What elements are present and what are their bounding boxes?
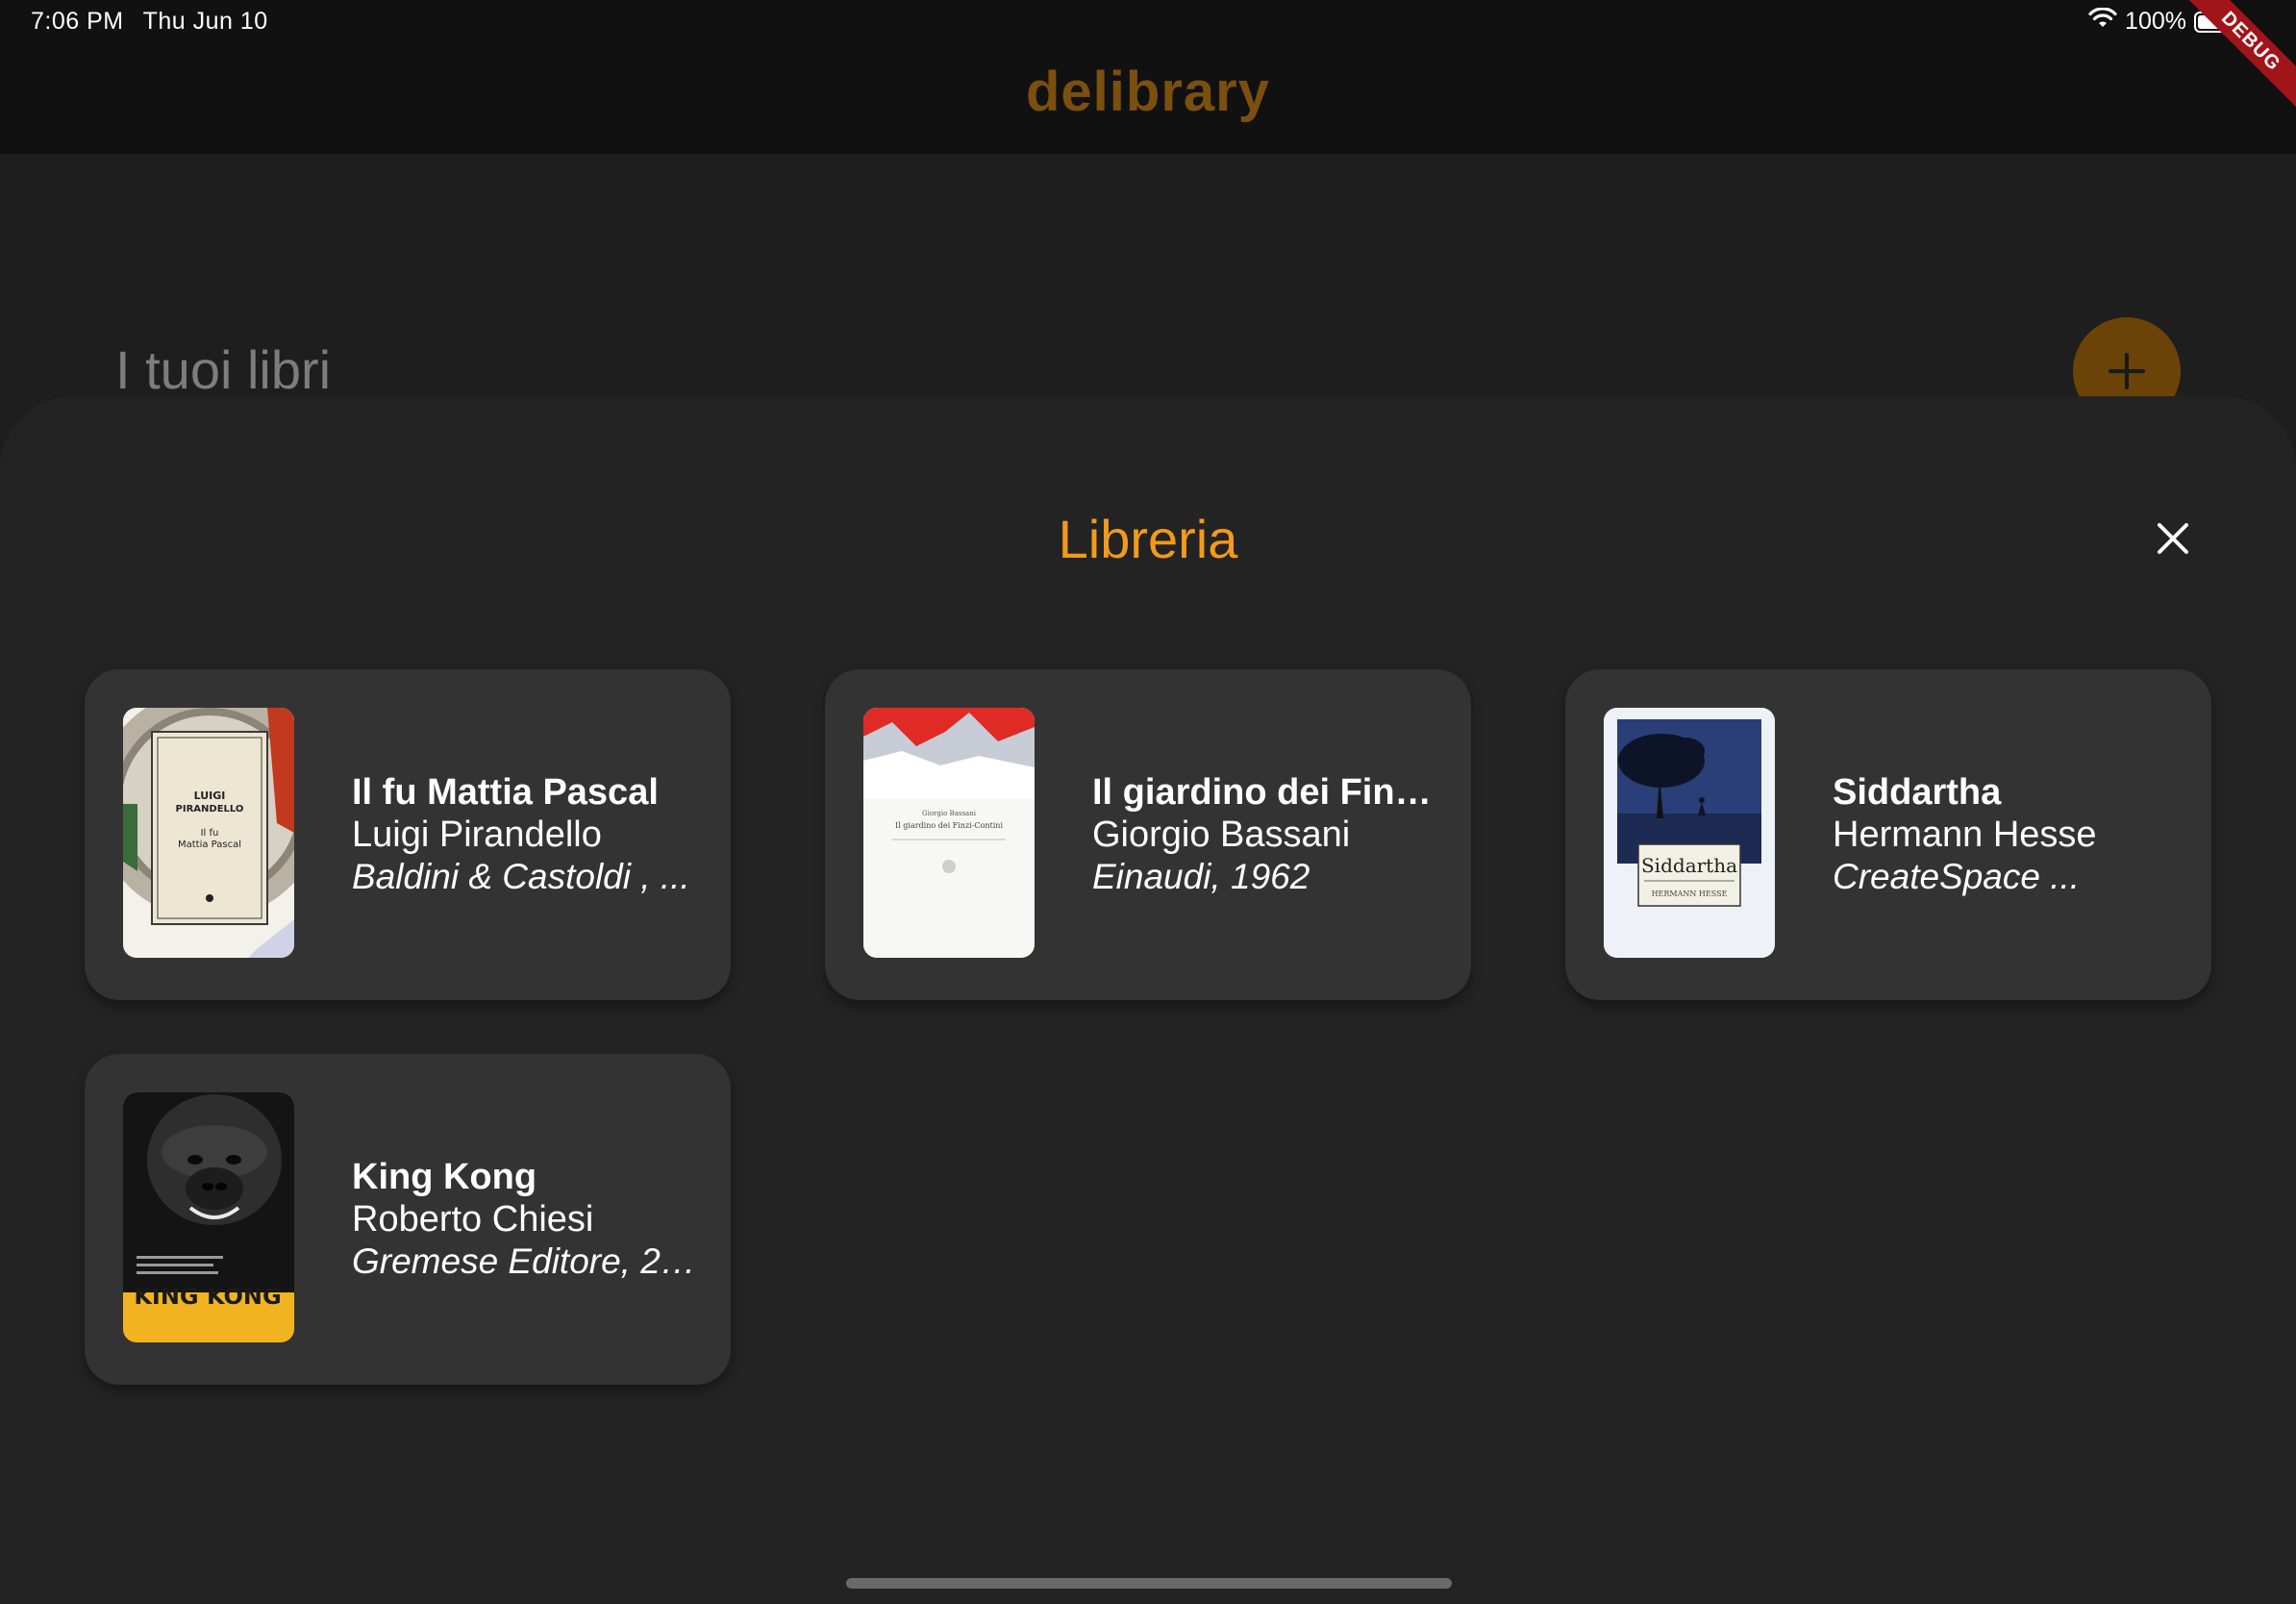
cover-title: Siddartha — [1641, 854, 1737, 877]
home-indicator[interactable] — [846, 1578, 1452, 1589]
book-info: Il giardino dei Finzi-... Giorgio Bassan… — [1092, 771, 1442, 898]
book-info: Siddartha Hermann Hesse CreateSpace ... — [1833, 771, 2183, 898]
cover-title: Il giardino dei Finzi-Contini — [895, 821, 1003, 830]
sheet-title: Libreria — [1058, 509, 1238, 569]
app-bar: 7:06 PM Thu Jun 10 100% delibrary DEBUG — [0, 0, 2296, 154]
cover-author: Giorgio Bassani — [922, 810, 977, 817]
book-card[interactable]: Giorgio Bassani Il giardino dei Finzi-Co… — [825, 669, 1471, 1000]
book-card[interactable]: KING KONG King Kong Roberto Chiesi Greme… — [85, 1054, 731, 1385]
book-author: Hermann Hesse — [1833, 815, 2097, 855]
book-publisher: Einaudi, 1962 — [1092, 857, 1310, 896]
book-publisher: Gremese Editore, 2005 — [352, 1241, 702, 1281]
battery-percent: 100% — [2125, 8, 2186, 35]
book-cover: KING KONG — [123, 1092, 294, 1342]
book-title: King Kong — [352, 1157, 537, 1197]
book-publisher: CreateSpace ... — [1833, 857, 2081, 896]
page-heading: I tuoi libri — [115, 339, 332, 400]
cover-author: HERMANN HESSE — [1652, 890, 1728, 898]
status-date: Thu Jun 10 — [142, 8, 268, 35]
cover-title-2: Mattia Pascal — [178, 840, 241, 850]
book-info: Il fu Mattia Pascal Luigi Pirandello Bal… — [352, 771, 702, 898]
status-clock: 7:06 PM — [31, 8, 124, 35]
cover-author-2: PIRANDELLO — [176, 804, 244, 815]
plus-icon — [2109, 353, 2145, 389]
book-grid: LUIGI PIRANDELLO Il fu Mattia Pascal Il … — [85, 669, 2211, 1385]
book-author: Luigi Pirandello — [352, 815, 602, 855]
book-title: Siddartha — [1833, 772, 2002, 813]
cover-author-1: LUIGI — [194, 789, 226, 802]
book-cover: Giorgio Bassani Il giardino dei Finzi-Co… — [863, 708, 1035, 958]
book-info: King Kong Roberto Chiesi Gremese Editore… — [352, 1156, 702, 1283]
book-cover: Siddartha HERMANN HESSE — [1604, 708, 1775, 958]
status-time: 7:06 PM Thu Jun 10 — [31, 8, 268, 36]
book-author: Giorgio Bassani — [1092, 815, 1351, 855]
cover-title-1: Il fu — [201, 828, 219, 839]
book-title: Il giardino dei Finzi-... — [1092, 772, 1442, 813]
library-sheet: Libreria LUIGI PIRANDELLO Il fu Mattia P… — [0, 396, 2296, 1604]
book-title: Il fu Mattia Pascal — [352, 772, 659, 813]
book-card[interactable]: Siddartha HERMANN HESSE Siddartha Herman… — [1565, 669, 2211, 1000]
book-author: Roberto Chiesi — [352, 1199, 594, 1240]
cover-title: KING KONG — [134, 1283, 281, 1310]
book-cover: LUIGI PIRANDELLO Il fu Mattia Pascal — [123, 708, 294, 958]
app-title: delibrary — [1026, 61, 1270, 123]
book-publisher: Baldini & Castoldi , ... — [352, 857, 690, 896]
close-button[interactable] — [2150, 515, 2196, 562]
close-icon — [2158, 523, 2188, 554]
wifi-icon — [2088, 7, 2117, 36]
book-card[interactable]: LUIGI PIRANDELLO Il fu Mattia Pascal Il … — [85, 669, 731, 1000]
